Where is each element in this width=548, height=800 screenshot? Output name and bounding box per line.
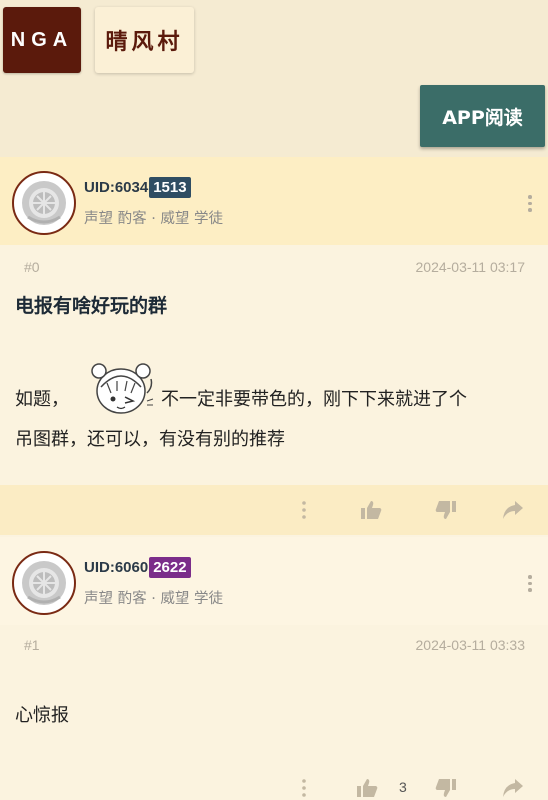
post-actions (0, 485, 548, 535)
more-vertical-icon[interactable] (528, 195, 532, 215)
content-text-end: 不一定非要带色的，刚下下来就进了个 (161, 389, 467, 410)
forum-name-button[interactable]: 晴风村 (95, 7, 194, 73)
uid-text: UID:6060 (84, 559, 149, 576)
user-badge: 1513 (149, 177, 191, 198)
app-read-button[interactable]: APP阅读 (420, 85, 545, 147)
content-line-2: 吊图群，还可以，有没有别的推荐 (15, 429, 285, 450)
avatar-placeholder-icon (22, 181, 66, 225)
post-content: 心惊报 (15, 705, 69, 726)
user-id[interactable]: UID:6060 2622 (84, 557, 191, 578)
avatar-placeholder-icon (22, 561, 66, 605)
post-time: 2024-03-11 03:33 (415, 637, 526, 653)
post-1: UID:6060 2622 声望 酌客 · 威望 学徒 #1 2024-03-1… (0, 537, 548, 800)
post-0: UID:6034 1513 声望 酌客 · 威望 学徒 #0 2024-03-1… (0, 157, 548, 537)
post-time: 2024-03-11 03:17 (415, 259, 526, 275)
top-bar: NGA 晴风村 APP阅读 (0, 0, 548, 157)
post-content: 如题， 不一定非要带色的，刚下下来就进了个 (15, 357, 535, 417)
post-actions: 3 (0, 765, 548, 800)
avatar[interactable] (12, 551, 76, 615)
thumbs-up-icon[interactable] (354, 775, 380, 800)
thumbs-down-icon[interactable] (433, 775, 459, 800)
post-header: UID:6060 2622 声望 酌客 · 威望 学徒 (0, 537, 548, 625)
reputation-text: 声望 酌客 · 威望 学徒 (84, 211, 224, 227)
anime-emoji (81, 357, 161, 425)
floor-number: #1 (24, 637, 40, 653)
share-icon[interactable] (500, 497, 526, 523)
reputation-text: 声望 酌客 · 威望 学徒 (84, 591, 224, 607)
share-icon[interactable] (500, 775, 526, 800)
thumbs-down-icon[interactable] (433, 497, 459, 523)
more-vertical-icon[interactable] (296, 499, 312, 521)
content-text-start: 如题， (15, 389, 69, 410)
nga-logo[interactable]: NGA (3, 7, 81, 73)
more-vertical-icon[interactable] (296, 777, 312, 799)
uid-text: UID:6034 (84, 179, 149, 196)
more-vertical-icon[interactable] (528, 575, 532, 595)
post-header: UID:6034 1513 声望 酌客 · 威望 学徒 (0, 157, 548, 245)
user-badge: 2622 (149, 557, 191, 578)
user-id[interactable]: UID:6034 1513 (84, 177, 191, 198)
thumbs-up-icon[interactable] (358, 497, 384, 523)
floor-number: #0 (24, 259, 40, 275)
like-count: 3 (399, 779, 407, 795)
post-title: 电报有啥好玩的群 (15, 295, 168, 317)
avatar[interactable] (12, 171, 76, 235)
